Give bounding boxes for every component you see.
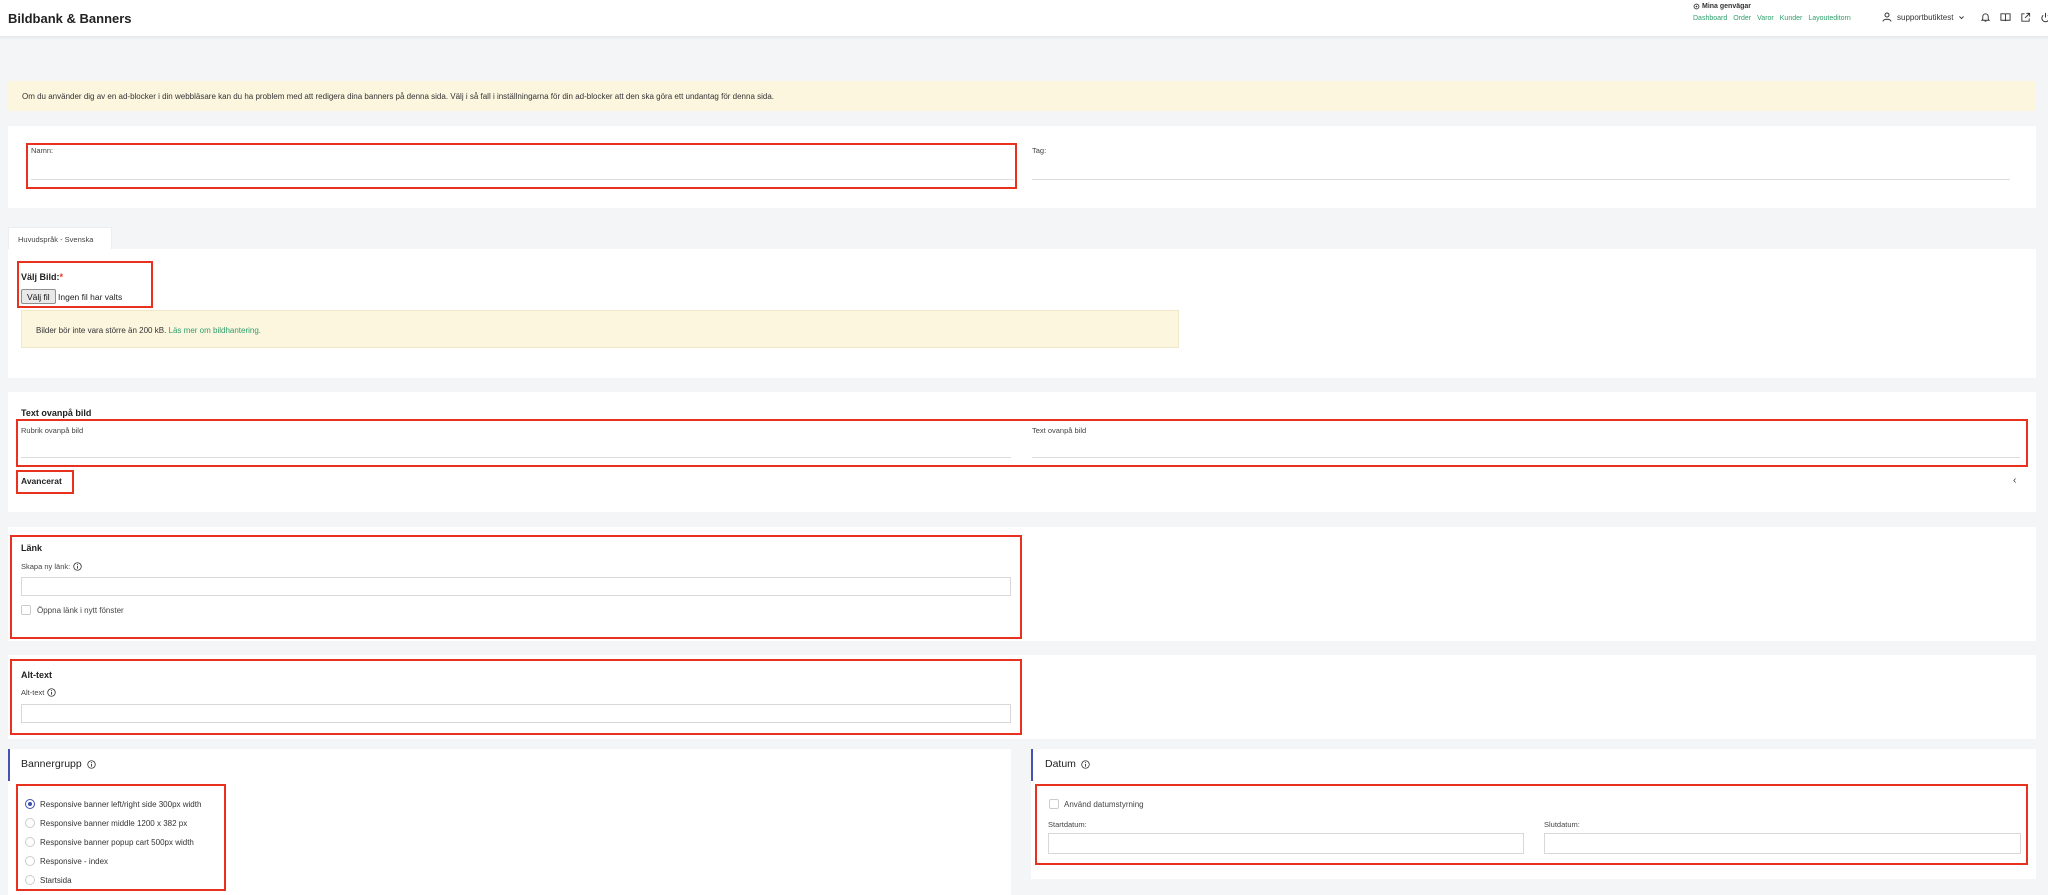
- image-size-note: Bilder bör inte vara större än 200 kB. L…: [21, 310, 1179, 348]
- link-highlight: [10, 535, 1022, 639]
- date-highlight: [1035, 784, 2028, 865]
- overlay-title: Text ovanpå bild: [21, 408, 92, 418]
- external-link-icon[interactable]: [2020, 12, 2031, 23]
- banner-group-highlight: [16, 784, 226, 891]
- date-accent: [1031, 749, 1033, 781]
- shortcut-dashboard[interactable]: Dashboard: [1693, 15, 1727, 22]
- alt-highlight: [10, 659, 1022, 735]
- chevron-left-icon[interactable]: ‹: [2013, 475, 2016, 486]
- shortcuts: Mina genvägar Dashboard Order Varor Kund…: [1693, 3, 1851, 22]
- settings-icon: [1693, 3, 1700, 10]
- power-icon[interactable]: [2040, 12, 2048, 23]
- name-highlight: [26, 143, 1017, 189]
- shortcut-order[interactable]: Order: [1733, 15, 1751, 22]
- shortcut-varor[interactable]: Varor: [1757, 15, 1774, 22]
- image-highlight: [17, 261, 153, 308]
- info-icon: [87, 759, 96, 769]
- book-icon[interactable]: [2000, 12, 2011, 23]
- bell-icon[interactable]: [1980, 12, 1991, 23]
- overlay-highlight: [16, 419, 2028, 467]
- advanced-highlight: [16, 470, 74, 494]
- page-title: Bildbank & Banners: [8, 11, 132, 26]
- user-menu[interactable]: supportbutiktest: [1882, 12, 1965, 22]
- chevron-down-icon: [1959, 15, 1965, 19]
- adblocker-alert: Om du använder dig av en ad-blocker i di…: [8, 81, 2036, 111]
- tag-input[interactable]: [1032, 162, 2010, 180]
- info-icon: [1081, 759, 1090, 769]
- date-title: Datum: [1045, 758, 1090, 770]
- shortcuts-title: Mina genvägar: [1702, 3, 1752, 10]
- tag-label: Tag:: [1032, 146, 1047, 155]
- banner-group-title: Bannergrupp: [21, 758, 96, 770]
- image-help-link[interactable]: Läs mer om bildhantering.: [169, 326, 262, 335]
- shortcut-layouteditorn[interactable]: Layouteditorn: [1808, 15, 1850, 22]
- username: supportbutiktest: [1897, 12, 1954, 22]
- banner-group-accent: [8, 749, 10, 781]
- shortcut-kunder[interactable]: Kunder: [1780, 15, 1803, 22]
- top-bar: Bildbank & Banners Mina genvägar Dashboa…: [0, 0, 2048, 37]
- user-icon: [1882, 12, 1892, 22]
- tab-main-language[interactable]: Huvudspråk - Svenska: [8, 227, 112, 249]
